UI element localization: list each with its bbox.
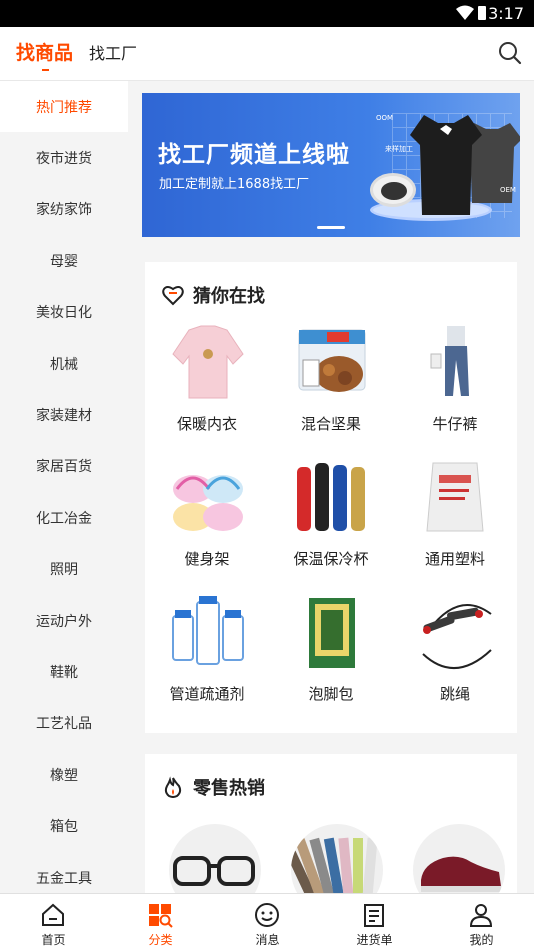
tab-home[interactable]: 首页 bbox=[0, 894, 107, 949]
guess-section-title: 猜你在找 bbox=[193, 286, 265, 307]
banner-title: 找工厂频道上线啦 bbox=[158, 142, 350, 168]
product-plastic[interactable]: 通用塑料 bbox=[393, 459, 517, 594]
sidebar-item-lighting[interactable]: 照明 bbox=[0, 544, 128, 595]
banner-fabric-image bbox=[370, 173, 416, 207]
sidebar-item-household[interactable]: 家居百货 bbox=[0, 441, 128, 492]
baby-gym-image bbox=[173, 475, 243, 531]
category-sidebar: 热门推荐 夜市进货 家纺家饰 母婴 美妆日化 机械 家装建材 家居百货 化工冶金… bbox=[0, 81, 128, 893]
glasses-image bbox=[173, 856, 255, 886]
sidebar-item-machinery[interactable]: 机械 bbox=[0, 338, 128, 389]
jump-rope-image bbox=[422, 604, 492, 669]
banner-shirt-image bbox=[410, 115, 482, 215]
hot-sales-list bbox=[145, 824, 517, 893]
sidebar-item-beauty[interactable]: 美妆日化 bbox=[0, 287, 128, 338]
guess-grid: 保暖内衣 混合坚果 牛仔裤 健身架 保温保冷杯 通用塑料 管道疏通剂 泡脚包 跳… bbox=[145, 324, 517, 729]
sidebar-item-bags[interactable]: 箱包 bbox=[0, 800, 128, 851]
sidebar-item-chemical[interactable]: 化工冶金 bbox=[0, 492, 128, 543]
home-icon bbox=[42, 903, 64, 926]
tab-find-products[interactable]: 找商品 bbox=[16, 38, 73, 65]
plastic-bag-image bbox=[426, 462, 484, 532]
product-foot-soak[interactable]: 泡脚包 bbox=[269, 594, 393, 729]
sidebar-item-rubber[interactable]: 橡塑 bbox=[0, 749, 128, 800]
tab-category[interactable]: 分类 bbox=[107, 894, 214, 949]
tab-label: 我的 bbox=[469, 933, 494, 947]
product-label: 混合坚果 bbox=[300, 415, 361, 433]
status-bar: 3:17 bbox=[0, 0, 534, 27]
sidebar-item-sports[interactable]: 运动户外 bbox=[0, 595, 128, 646]
wifi-icon bbox=[456, 5, 474, 20]
profile-icon bbox=[469, 904, 493, 927]
bottom-tab-bar: 首页 分类 消息 进货单 我的 bbox=[0, 893, 534, 949]
factory-banner[interactable]: OOM 来样加工 OEM 找工厂频道上线啦 加工定制就上1688找工厂 bbox=[142, 93, 520, 237]
bottles-image bbox=[297, 463, 365, 531]
banner-tag-sample: 来样加工 bbox=[385, 145, 413, 153]
category-icon bbox=[149, 904, 173, 928]
status-time: 3:17 bbox=[488, 4, 524, 23]
flame-icon bbox=[164, 776, 182, 798]
product-label: 泡脚包 bbox=[308, 685, 354, 703]
tab-messages[interactable]: 消息 bbox=[214, 894, 321, 949]
sidebar-item-shoes[interactable]: 鞋靴 bbox=[0, 646, 128, 697]
sidebar-item-hot[interactable]: 热门推荐 bbox=[0, 81, 128, 133]
tab-active-indicator bbox=[42, 69, 49, 71]
product-baby-gym[interactable]: 健身架 bbox=[145, 459, 269, 594]
sidebar-item-baby[interactable]: 母婴 bbox=[0, 235, 128, 286]
nuts-image bbox=[298, 329, 366, 392]
product-label: 牛仔裤 bbox=[432, 415, 478, 433]
shoe-image bbox=[421, 856, 501, 892]
category-content: OOM 来样加工 OEM 找工厂频道上线啦 加工定制就上1688找工厂 猜你在找… bbox=[128, 81, 534, 893]
battery-icon bbox=[478, 6, 486, 20]
hot-sales-section: 零售热销 bbox=[145, 754, 517, 893]
cleaner-image bbox=[172, 596, 244, 665]
hot-item-socks[interactable] bbox=[291, 824, 383, 893]
search-icon[interactable] bbox=[498, 41, 522, 65]
product-label: 健身架 bbox=[184, 550, 230, 568]
sidebar-item-gifts[interactable]: 工艺礼品 bbox=[0, 698, 128, 749]
message-icon bbox=[255, 903, 279, 927]
product-mixed-nuts[interactable]: 混合坚果 bbox=[269, 324, 393, 459]
tab-order-list[interactable]: 进货单 bbox=[321, 894, 428, 949]
sidebar-item-building[interactable]: 家装建材 bbox=[0, 389, 128, 440]
hot-sales-title: 零售热销 bbox=[193, 778, 265, 799]
product-label: 保温保冷杯 bbox=[293, 550, 369, 568]
product-thermos-cup[interactable]: 保温保冷杯 bbox=[269, 459, 393, 594]
product-drain-cleaner[interactable]: 管道疏通剂 bbox=[145, 594, 269, 729]
order-list-icon bbox=[364, 904, 384, 927]
product-label: 跳绳 bbox=[439, 685, 470, 703]
tab-label: 进货单 bbox=[356, 933, 393, 947]
product-jeans[interactable]: 牛仔裤 bbox=[393, 324, 517, 459]
guess-section: 猜你在找 保暖内衣 混合坚果 牛仔裤 健身架 保温保冷杯 通用塑料 管道疏通剂 … bbox=[145, 262, 517, 733]
sidebar-item-night-market[interactable]: 夜市进货 bbox=[0, 132, 128, 183]
hot-item-glasses[interactable] bbox=[169, 824, 261, 893]
sweater-image bbox=[172, 325, 244, 399]
socks-image bbox=[291, 837, 378, 893]
banner-tag-oem: OEM bbox=[500, 186, 516, 194]
tab-profile[interactable]: 我的 bbox=[428, 894, 534, 949]
product-thermal-underwear[interactable]: 保暖内衣 bbox=[145, 324, 269, 459]
banner-page-indicator bbox=[317, 226, 345, 229]
herbal-pack-image bbox=[309, 598, 355, 668]
jeans-image bbox=[430, 326, 469, 396]
top-header: 找商品 找工厂 bbox=[0, 27, 534, 81]
product-jump-rope[interactable]: 跳绳 bbox=[393, 594, 517, 729]
sidebar-item-hardware[interactable]: 五金工具 bbox=[0, 852, 128, 893]
product-label: 保暖内衣 bbox=[176, 415, 237, 433]
tab-label: 分类 bbox=[148, 933, 173, 947]
hot-item-shoe[interactable] bbox=[413, 824, 505, 893]
sidebar-item-home-textile[interactable]: 家纺家饰 bbox=[0, 184, 128, 235]
banner-subtitle: 加工定制就上1688找工厂 bbox=[159, 177, 310, 192]
tab-label: 消息 bbox=[255, 933, 280, 947]
tab-find-factory[interactable]: 找工厂 bbox=[89, 40, 137, 64]
banner-tag-oom: OOM bbox=[376, 114, 394, 122]
heart-chat-icon bbox=[162, 286, 184, 306]
tab-label: 首页 bbox=[41, 933, 66, 947]
product-label: 管道疏通剂 bbox=[169, 685, 245, 703]
product-label: 通用塑料 bbox=[424, 550, 485, 568]
